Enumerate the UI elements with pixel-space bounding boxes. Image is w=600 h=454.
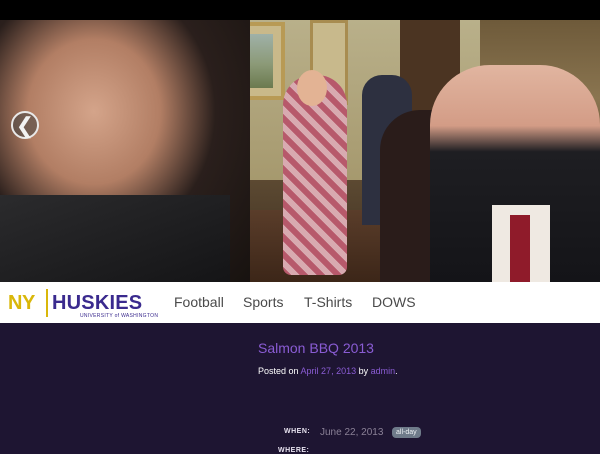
post-author-link[interactable]: admin <box>371 366 396 376</box>
hero-person-head <box>297 70 327 106</box>
post-title[interactable]: Salmon BBQ 2013 <box>258 340 374 356</box>
hero-slider-image <box>0 20 600 282</box>
slider-prev-button[interactable]: ❮ <box>11 111 39 139</box>
meta-period: . <box>395 366 398 376</box>
event-when-label: WHEN: <box>284 428 311 435</box>
nav-item-sports[interactable]: Sports <box>243 294 283 310</box>
main-nav: NY HUSKIES UNIVERSITY of WASHINGTON Foot… <box>0 282 600 323</box>
logo-huskies: HUSKIES <box>52 292 143 314</box>
hero-suit <box>0 195 230 282</box>
event-when-value: June 22, 2013 <box>320 427 384 438</box>
nav-item-dows[interactable]: DOWS <box>372 294 416 310</box>
top-bar <box>0 0 600 20</box>
logo-subtitle: UNIVERSITY of WASHINGTON <box>80 313 159 319</box>
nav-item-t-shirts[interactable]: T-Shirts <box>304 294 352 310</box>
event-where-label: WHERE: <box>278 447 310 454</box>
post-content: Salmon BBQ 2013 Posted on April 27, 2013… <box>0 323 600 454</box>
post-meta: Posted on April 27, 2013 by admin. <box>258 366 398 376</box>
hero-tie <box>510 215 530 282</box>
nav-item-football[interactable]: Football <box>174 294 224 310</box>
site-logo[interactable]: NY HUSKIES UNIVERSITY of WASHINGTON <box>8 287 158 319</box>
post-date-link[interactable]: April 27, 2013 <box>301 366 357 376</box>
by-label: by <box>358 366 369 376</box>
posted-on-label: Posted on <box>258 366 299 376</box>
logo-ny: NY <box>8 292 35 314</box>
chevron-left-icon: ❮ <box>15 113 35 138</box>
logo-divider <box>46 289 48 317</box>
all-day-badge: all-day <box>392 427 421 438</box>
